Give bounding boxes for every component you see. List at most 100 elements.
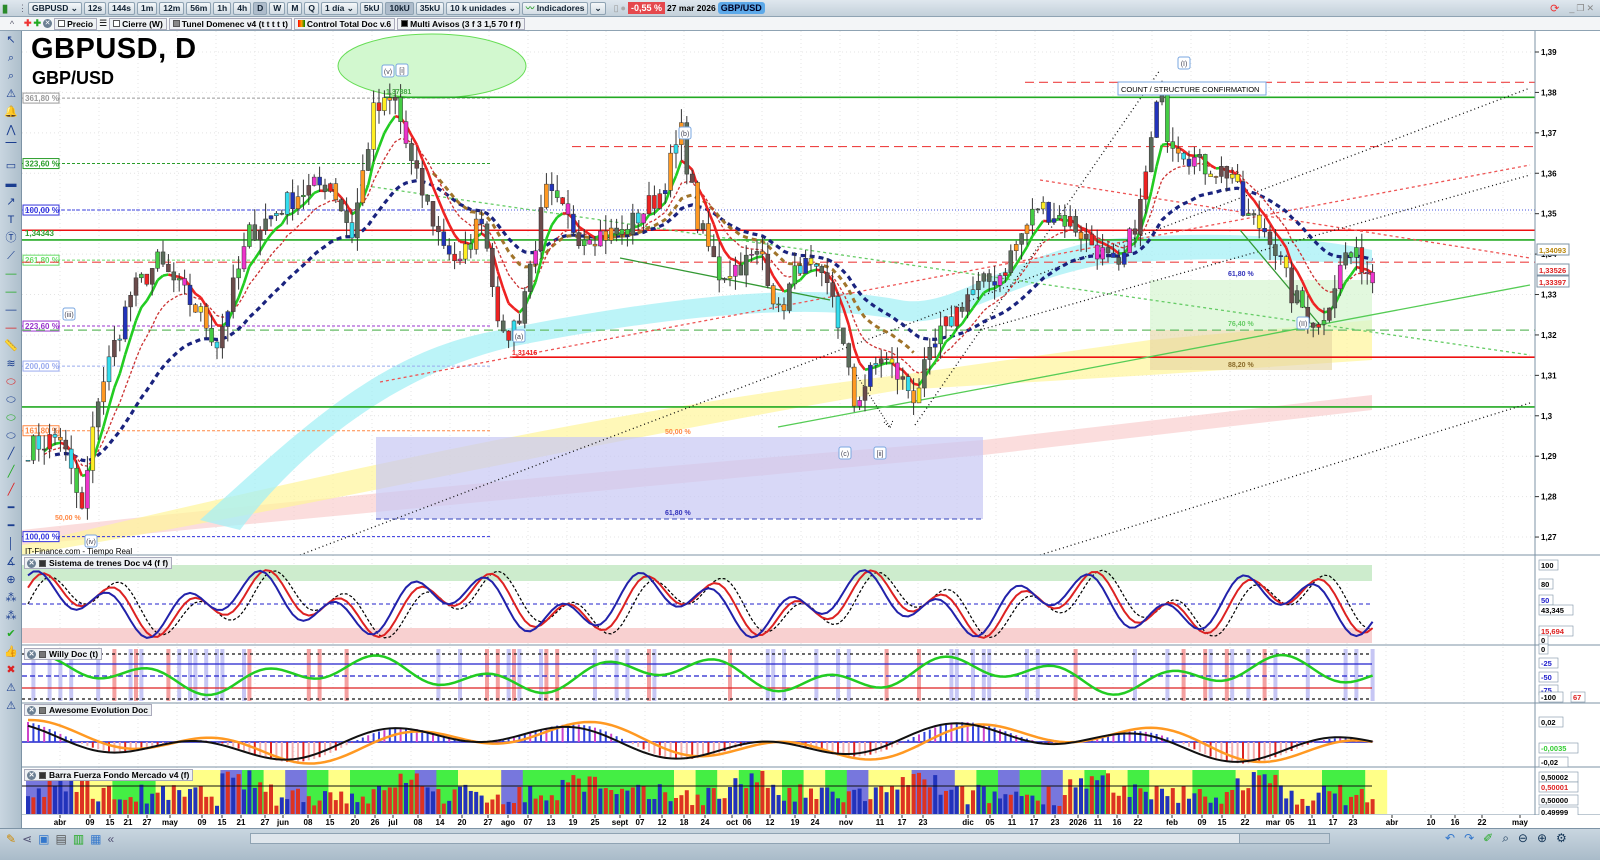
pane-label-barra[interactable]: ✕ Barra Fuerza Fondo Mercado v4 (f) bbox=[24, 769, 194, 781]
pane-label-awesome[interactable]: ✕ Awesome Evolution Doc bbox=[24, 704, 153, 716]
x-tick-label: 21 bbox=[237, 818, 246, 827]
redo-icon[interactable]: ↷ bbox=[1464, 831, 1474, 846]
undo-icon[interactable]: ↶ bbox=[1445, 831, 1455, 846]
barra-bar bbox=[328, 792, 333, 814]
fibo-line-tool-icon[interactable]: ⎺ bbox=[2, 140, 20, 157]
wave-count-tool-icon[interactable]: ⁂ bbox=[2, 590, 20, 607]
circle-target-tool-icon[interactable]: ⊕ bbox=[2, 572, 20, 589]
fib-level-label: 323,60 % bbox=[25, 160, 59, 169]
alert-edit-tool-icon[interactable]: ⚠ bbox=[2, 86, 20, 103]
barra-bar bbox=[279, 797, 284, 814]
bell-tool-icon[interactable]: 🔔 bbox=[2, 104, 20, 121]
close-pane-icon[interactable]: ✕ bbox=[27, 558, 36, 568]
price-chart[interactable]: 361,80 %323,60 %100,00 %261,80 %223,60 %… bbox=[0, 0, 1600, 860]
close-pane-icon[interactable]: ✕ bbox=[27, 770, 36, 780]
hline-red-tool-icon[interactable]: — bbox=[2, 320, 20, 337]
zoom-in-icon[interactable]: ⊕ bbox=[1537, 831, 1547, 846]
hline-green-tool-icon[interactable]: — bbox=[2, 266, 20, 283]
barra-bar bbox=[1095, 780, 1100, 814]
x-tick-label: 26 bbox=[371, 818, 380, 827]
barra-bar bbox=[495, 794, 500, 814]
arrow-tool-icon[interactable]: ↗ bbox=[2, 194, 20, 211]
rectangle-tool-icon[interactable]: ▭ bbox=[2, 158, 20, 175]
candle-body bbox=[414, 160, 420, 169]
fast-ma-segment bbox=[729, 257, 736, 262]
hline-dark-tool-icon[interactable]: — bbox=[2, 302, 20, 319]
pane-label-willy[interactable]: ✕ Willy Doc (t) bbox=[24, 648, 103, 660]
candle-body bbox=[101, 381, 106, 403]
barra-bar bbox=[717, 798, 722, 814]
ellipse-lime-tool-icon[interactable]: ⬭ bbox=[2, 428, 20, 445]
scroll-start-icon[interactable]: « bbox=[108, 832, 115, 846]
y-tick-label: 1,33 bbox=[1541, 291, 1557, 300]
line-red-tool-icon[interactable]: ╱ bbox=[2, 482, 20, 499]
layers-tool-icon[interactable]: ⚠ bbox=[2, 680, 20, 697]
barra-bar bbox=[182, 796, 187, 814]
zoom-out-icon[interactable]: ⊖ bbox=[1518, 831, 1528, 846]
barra-bar bbox=[366, 803, 371, 814]
candle-body bbox=[230, 277, 236, 312]
delete-tool-icon[interactable]: ✖ bbox=[2, 662, 20, 679]
hline-green2-tool-icon[interactable]: — bbox=[2, 284, 20, 301]
swing-high-label: 1,37881 bbox=[386, 89, 411, 96]
chat-icon[interactable]: ▣ bbox=[38, 832, 49, 846]
hline-salmon-tool-icon[interactable]: ━ bbox=[2, 518, 20, 535]
line-green-tool-icon[interactable]: ╱ bbox=[2, 464, 20, 481]
willy-bar bbox=[1203, 649, 1208, 701]
y-tick-label: 1,38 bbox=[1541, 88, 1557, 97]
barra-bar bbox=[668, 801, 673, 814]
check-tool-icon[interactable]: ✔ bbox=[2, 626, 20, 643]
x-tick-label: 07 bbox=[636, 818, 645, 827]
horizontal-scrollbar[interactable] bbox=[250, 833, 1330, 844]
ellipse-red-tool-icon[interactable]: ⬭ bbox=[2, 374, 20, 391]
text-bubble-tool-icon[interactable]: Ⓣ bbox=[2, 230, 20, 247]
segment-tool-icon[interactable]: ⟋ bbox=[2, 248, 20, 265]
line-black-tool-icon[interactable]: ╱ bbox=[2, 446, 20, 463]
warning-tool-icon[interactable]: ⚠ bbox=[2, 698, 20, 715]
close-pane-icon[interactable]: ✕ bbox=[27, 705, 36, 715]
candle-body bbox=[889, 358, 895, 364]
wave-abc-tool-icon[interactable]: ⁂ bbox=[2, 608, 20, 625]
filled-rect-tool-icon[interactable]: ▬ bbox=[2, 176, 20, 193]
barra-bar bbox=[306, 796, 311, 814]
window-icon[interactable]: ▦ bbox=[90, 832, 101, 846]
fast-ma-segment bbox=[54, 441, 61, 446]
pencil-icon[interactable]: ✎ bbox=[6, 832, 16, 846]
report-icon[interactable]: ▤ bbox=[55, 832, 66, 846]
candle-body bbox=[1251, 213, 1257, 216]
zoom-area-tool-icon[interactable]: ⌕ bbox=[2, 68, 20, 85]
zoom-fit-icon[interactable]: ⌕ bbox=[1502, 831, 1509, 846]
compare-icon[interactable]: ▥ bbox=[73, 832, 84, 846]
separator-tool-icon[interactable]: │ bbox=[2, 536, 20, 553]
candle-body bbox=[263, 218, 268, 231]
pane-label-trenes[interactable]: ✕ Sistema de trenes Doc v4 (f f) bbox=[24, 557, 173, 569]
candle-body bbox=[776, 303, 781, 306]
ellipse-brown-tool-icon[interactable]: ⬭ bbox=[2, 392, 20, 409]
share-icon[interactable]: ⋖ bbox=[22, 832, 32, 846]
hline-black-tool-icon[interactable]: ━ bbox=[2, 500, 20, 517]
willy-bar bbox=[128, 649, 133, 701]
channel-tool-icon[interactable]: ≋ bbox=[2, 356, 20, 373]
barra-bar bbox=[906, 785, 911, 814]
fibo-tool-icon[interactable]: ⋀ bbox=[2, 122, 20, 139]
fast-ma-segment bbox=[442, 212, 451, 226]
text-tool-icon[interactable]: T bbox=[2, 212, 20, 229]
zoom-tool-icon[interactable]: ⌕ bbox=[2, 50, 20, 67]
cursor-tool-icon[interactable]: ↖ bbox=[2, 32, 20, 49]
close-pane-icon[interactable]: ✕ bbox=[27, 649, 36, 659]
ellipse-green-tool-icon[interactable]: ⬭ bbox=[2, 410, 20, 427]
settings-icon[interactable]: ⚙ bbox=[1556, 831, 1567, 846]
barra-bar bbox=[927, 787, 932, 814]
barra-bar bbox=[387, 787, 392, 814]
barra-bar bbox=[333, 800, 338, 814]
edit-icon[interactable]: ✐ bbox=[1483, 831, 1493, 846]
x-tick-label: 10 bbox=[1427, 818, 1436, 827]
willy-bar bbox=[981, 649, 986, 701]
x-tick-label: oct bbox=[726, 818, 738, 827]
angle-tool-icon[interactable]: ∡ bbox=[2, 554, 20, 571]
thumbs-up-tool-icon[interactable]: 👍 bbox=[2, 644, 20, 661]
candle-body bbox=[1262, 228, 1267, 233]
barra-bar bbox=[377, 785, 381, 814]
candle-body bbox=[74, 467, 79, 493]
ruler-tool-icon[interactable]: 📏 bbox=[2, 338, 20, 355]
